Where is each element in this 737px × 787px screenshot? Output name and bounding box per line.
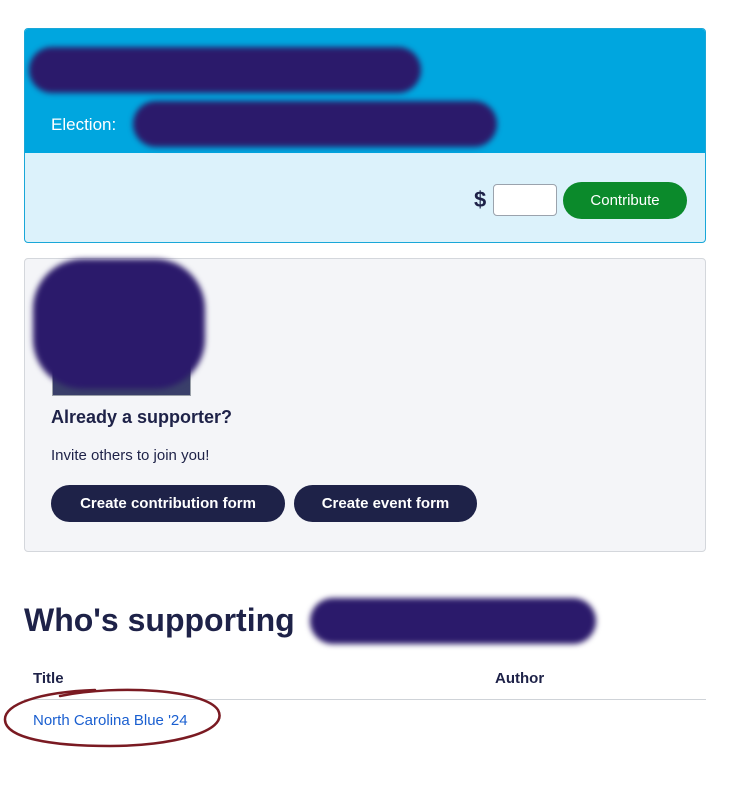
create-event-form-button[interactable]: Create event form — [294, 485, 477, 522]
supporter-card-subtitle: Invite others to join you! — [51, 447, 210, 464]
redacted-candidate-image — [33, 259, 205, 389]
contribution-bar: $ Contribute — [25, 153, 705, 242]
candidate-header: Election: — [25, 29, 705, 153]
redacted-candidate-name — [29, 47, 421, 93]
contribute-button[interactable]: Contribute — [563, 182, 687, 219]
column-header-author: Author — [495, 670, 545, 687]
supporter-card: Already a supporter? Invite others to jo… — [24, 258, 706, 552]
redacted-supporters-title-name — [310, 598, 596, 644]
supporters-section-title: Who's supporting — [24, 602, 295, 638]
currency-symbol: $ — [474, 187, 487, 212]
create-contribution-form-button[interactable]: Create contribution form — [51, 485, 285, 522]
election-label: Election: — [51, 115, 117, 134]
redacted-election-name — [133, 101, 497, 147]
candidate-card: Election: $ Contribute — [24, 28, 706, 243]
supporter-card-title: Already a supporter? — [51, 407, 233, 427]
hand-drawn-circle-annotation — [3, 688, 221, 748]
amount-input[interactable] — [493, 184, 557, 216]
